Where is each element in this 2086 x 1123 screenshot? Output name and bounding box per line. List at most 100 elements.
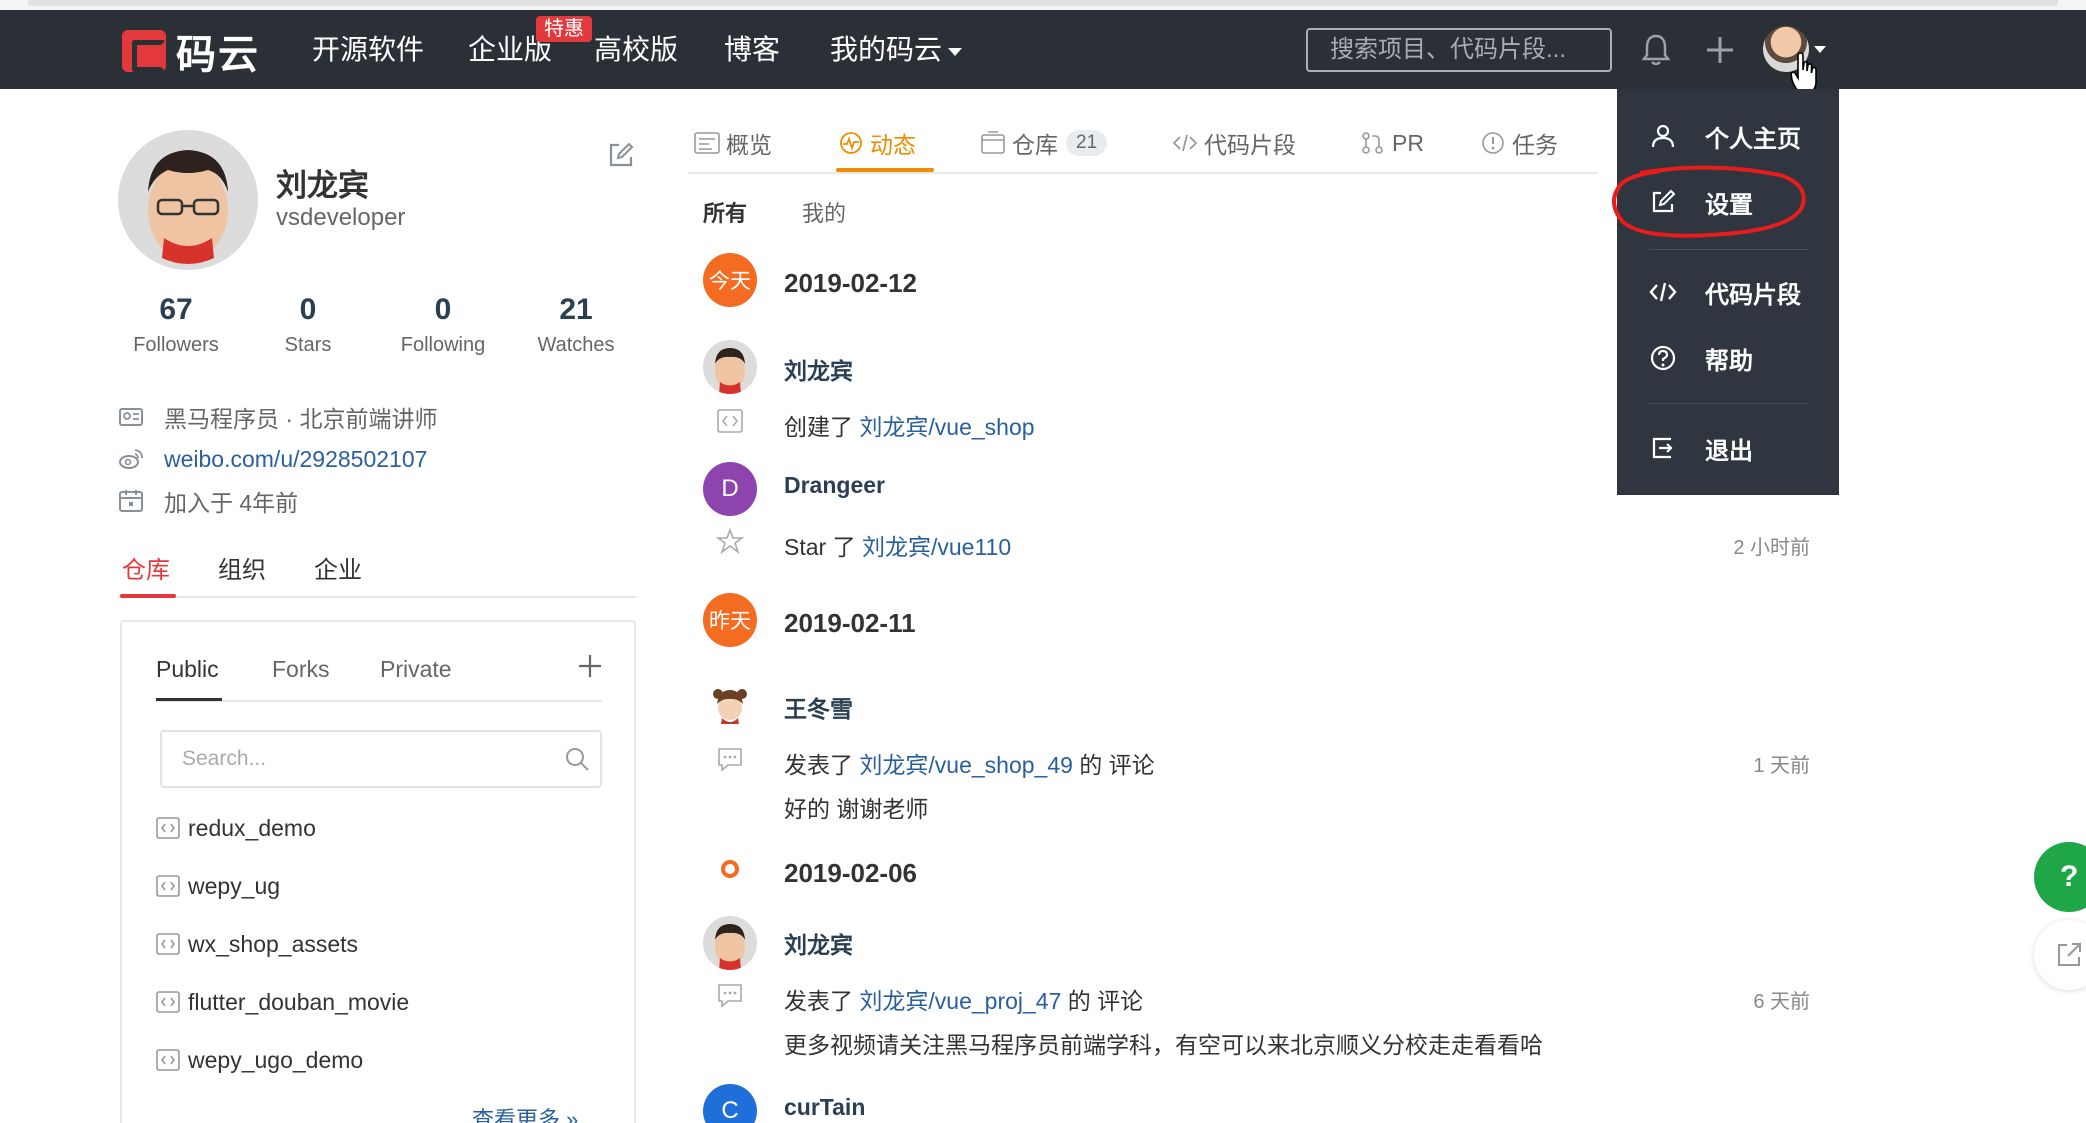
repo-list-item[interactable]: redux_demo [156, 812, 316, 844]
nav-my-gitee-label: 我的码云 [830, 34, 943, 65]
bell-icon[interactable] [1636, 30, 1676, 70]
repo-tab-forks[interactable]: Forks [272, 656, 330, 683]
day-marker [721, 860, 739, 878]
stat-followers[interactable]: 67 Followers [116, 290, 236, 357]
tab-repos[interactable]: 仓库 [122, 550, 170, 585]
tab-label: 概览 [726, 132, 772, 158]
feed-event-text: 发表了 刘龙宾/vue_shop_49 的 评论 [784, 746, 1155, 780]
weibo-text: weibo.com/u/2928502107 [164, 445, 428, 472]
repo-name: redux_demo [188, 814, 316, 841]
feed-suffix: 的 评论 [1079, 752, 1155, 778]
active-tab-indicator [120, 594, 176, 598]
tab-activity[interactable]: 动态 [838, 124, 916, 162]
repo-tab-private[interactable]: Private [380, 656, 452, 683]
repo-tab-divider [156, 700, 602, 702]
filter-all[interactable]: 所有 [703, 196, 747, 228]
user-photo [703, 340, 757, 394]
nav-blog[interactable]: 博客 [724, 32, 780, 68]
profile-weibo-link[interactable]: weibo.com/u/2928502107 [118, 442, 427, 476]
see-more-link[interactable]: 查看更多 » [472, 1102, 578, 1123]
tab-pr[interactable]: PR [1360, 124, 1424, 162]
tab-repositories[interactable]: 仓库 21 [980, 124, 1108, 162]
repo-tab-public[interactable]: Public [156, 656, 219, 683]
global-search-input[interactable] [1306, 28, 1612, 72]
stat-watches[interactable]: 21 Watches [516, 290, 636, 357]
day-badge-today: 今天 [703, 253, 757, 307]
menu-item-label: 代码片段 [1705, 281, 1801, 309]
menu-item-logout[interactable]: 退出 [1617, 421, 1839, 475]
plus-icon[interactable] [1700, 30, 1740, 70]
tab-overview[interactable]: 概览 [694, 124, 772, 162]
tab-orgs[interactable]: 组织 [218, 550, 266, 585]
tab-label: 仓库 [1012, 132, 1058, 158]
feed-username[interactable]: curTain [784, 1094, 865, 1121]
nav-university[interactable]: 高校版 [594, 32, 678, 68]
feed-username[interactable]: 刘龙宾 [784, 926, 853, 960]
search-icon[interactable] [564, 746, 590, 772]
tab-snippets[interactable]: 代码片段 [1172, 124, 1296, 162]
chevron-down-icon [948, 47, 963, 56]
repo-name: flutter_douban_movie [188, 988, 410, 1015]
profile-avatar[interactable] [118, 130, 258, 270]
feed-action: Star 了 [784, 534, 856, 560]
feed-date: 2019-02-06 [784, 858, 917, 888]
feed-repo-link[interactable]: 刘龙宾/vue110 [862, 534, 1011, 560]
stat-stars[interactable]: 0 Stars [248, 290, 368, 357]
gitee-logo[interactable]: 码云 [122, 30, 260, 77]
browser-top-strip [0, 0, 2086, 10]
feed-event-text: 发表了 刘龙宾/vue_proj_47 的 评论 [784, 982, 1143, 1016]
feed-user-avatar[interactable] [703, 678, 757, 732]
tab-enterprise[interactable]: 企业 [314, 550, 362, 585]
feed-action: 发表了 [784, 752, 853, 778]
feed-user-avatar[interactable] [703, 340, 757, 394]
repo-list-item[interactable]: wepy_ug [156, 870, 280, 902]
feed-action: 发表了 [784, 988, 853, 1014]
feed-date: 2019-02-12 [784, 268, 917, 298]
stat-label: Following [400, 334, 486, 356]
profile-photo [118, 130, 258, 270]
feed-repo-link[interactable]: 刘龙宾/vue_shop_49 [859, 752, 1073, 778]
repo-icon [156, 933, 180, 955]
repo-list-item[interactable]: wx_shop_assets [156, 928, 358, 960]
feed-user-avatar[interactable]: D [703, 462, 757, 516]
feed-user-avatar[interactable]: C [703, 1084, 757, 1123]
tab-label: 任务 [1512, 132, 1558, 158]
repo-icon [156, 875, 180, 897]
filter-mine[interactable]: 我的 [802, 196, 846, 228]
code-icon [1172, 134, 1198, 152]
feed-repo-link[interactable]: 刘龙宾/vue_shop [859, 414, 1034, 440]
repo-icon [156, 991, 180, 1013]
feed-user-avatar[interactable] [703, 916, 757, 970]
menu-item-snippets[interactable]: 代码片段 [1617, 265, 1839, 319]
nav-open-source[interactable]: 开源软件 [312, 32, 424, 68]
user-photo [703, 916, 757, 970]
feed-username[interactable]: Drangeer [784, 472, 885, 499]
share-float-button[interactable] [2034, 920, 2086, 990]
repo-icon [156, 1049, 180, 1071]
repo-list-item[interactable]: wepy_ugo_demo [156, 1044, 363, 1076]
feed-comment-text: 更多视频请关注黑马程序员前端学科，有空可以来北京顺义分校走走看看哈 [784, 1032, 1543, 1058]
user-icon [1651, 124, 1675, 148]
feed-repo-link[interactable]: 刘龙宾/vue_proj_47 [859, 988, 1061, 1014]
menu-item-settings[interactable]: 设置 [1617, 175, 1839, 229]
new-repo-plus-icon[interactable] [576, 652, 604, 680]
feed-username[interactable]: 刘龙宾 [784, 352, 853, 386]
stat-following[interactable]: 0 Following [383, 290, 503, 357]
nav-my-gitee[interactable]: 我的码云 [830, 32, 963, 68]
help-float-button[interactable]: ? [2034, 842, 2086, 912]
feed-date: 2019-02-11 [784, 608, 916, 638]
edit-profile-icon[interactable] [606, 140, 636, 170]
feed-event-text: 创建了 刘龙宾/vue_shop [784, 408, 1035, 442]
help-icon [1650, 345, 1676, 371]
repo-panel: Public Forks Private redux_demo wepy_ug … [120, 620, 636, 1123]
tab-issues[interactable]: 任务 [1480, 124, 1558, 162]
edit-icon [1652, 189, 1676, 213]
repo-list-item[interactable]: flutter_douban_movie [156, 986, 409, 1018]
tab-label: 动态 [870, 132, 916, 158]
menu-item-profile[interactable]: 个人主页 [1617, 109, 1839, 163]
feed-username[interactable]: 王冬雪 [784, 690, 853, 724]
feed-event-text: Star 了 刘龙宾/vue110 [784, 528, 1011, 562]
comment-icon [718, 984, 742, 1008]
repo-search-input[interactable] [160, 730, 602, 788]
menu-item-help[interactable]: 帮助 [1617, 331, 1839, 385]
